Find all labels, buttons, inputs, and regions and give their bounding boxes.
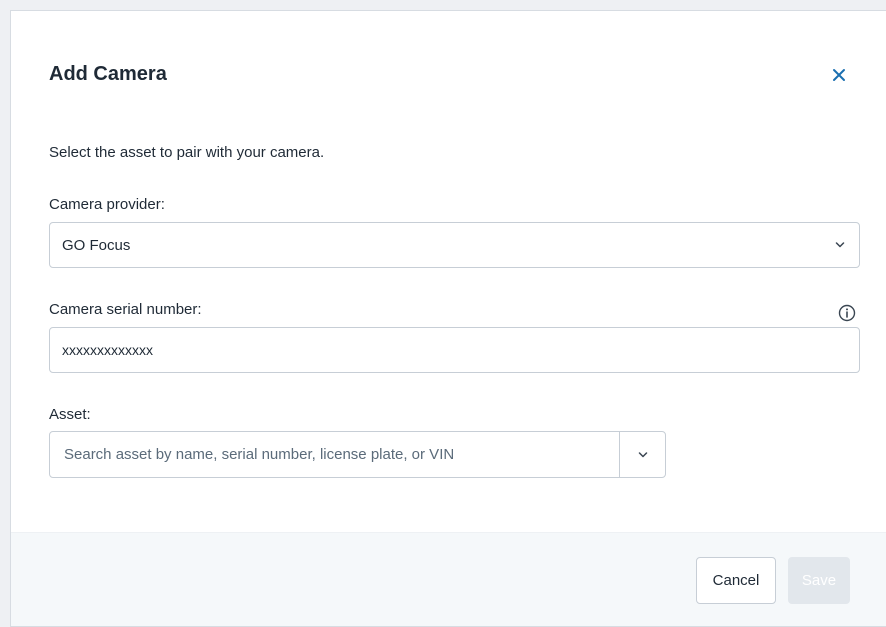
close-button[interactable] (827, 63, 851, 87)
asset-combobox (49, 431, 666, 478)
camera-provider-label: Camera provider: (49, 196, 165, 213)
camera-provider-value: GO Focus (62, 236, 131, 254)
info-icon[interactable] (837, 303, 857, 323)
dialog-title: Add Camera (49, 63, 167, 85)
dialog-footer: Cancel Save (11, 532, 886, 626)
asset-search-input[interactable] (50, 432, 619, 477)
serial-number-label: Camera serial number: (49, 301, 202, 318)
chevron-down-icon (835, 242, 845, 248)
dialog-instruction: Select the asset to pair with your camer… (49, 144, 325, 161)
serial-number-input[interactable] (49, 327, 860, 373)
close-icon (832, 68, 846, 82)
asset-label: Asset: (49, 406, 91, 423)
camera-provider-select[interactable]: GO Focus (49, 222, 860, 268)
chevron-down-icon (638, 451, 648, 458)
asset-dropdown-toggle[interactable] (619, 432, 665, 477)
save-button[interactable]: Save (788, 557, 850, 604)
cancel-button[interactable]: Cancel (696, 557, 776, 604)
add-camera-dialog: Add Camera Select the asset to pair with… (10, 10, 886, 627)
